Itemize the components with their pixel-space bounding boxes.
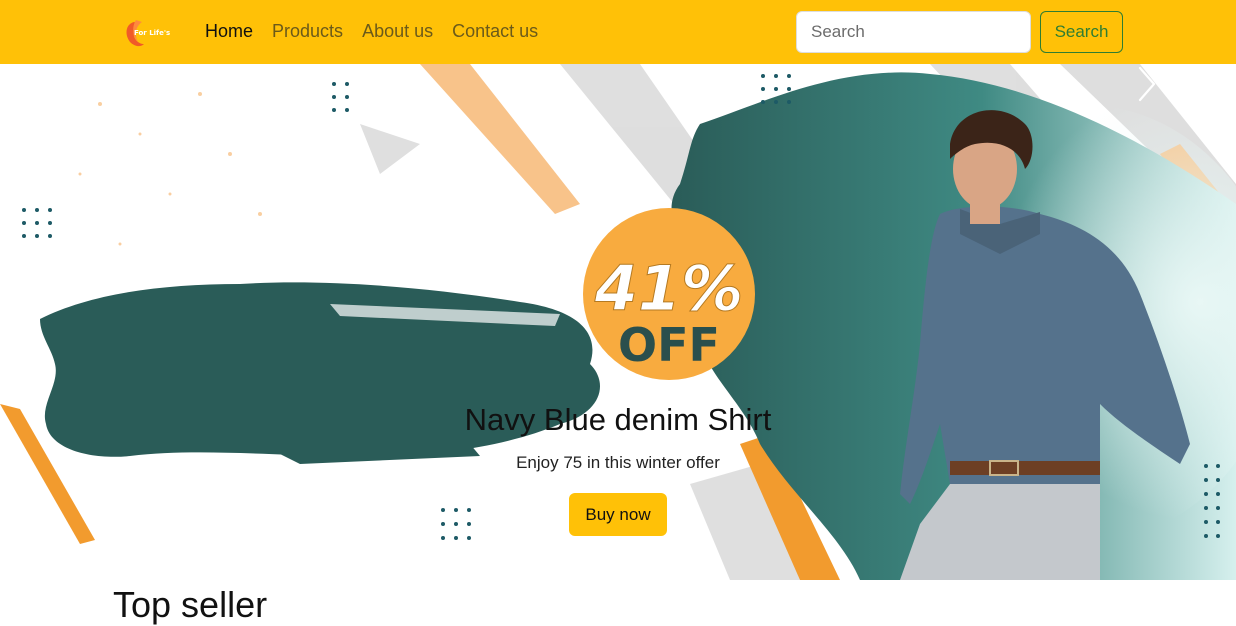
carousel-prev-icon[interactable] bbox=[75, 64, 105, 104]
nav-link-about[interactable]: About us bbox=[362, 21, 433, 42]
badge-percent: 41% bbox=[594, 252, 743, 325]
search-button[interactable]: Search bbox=[1040, 11, 1123, 53]
buy-now-button[interactable]: Buy now bbox=[569, 493, 667, 536]
nav-link-home[interactable]: Home bbox=[205, 21, 253, 42]
hero-carousel: 41% OFF Navy Blue denim Shirt Enjoy 75 i… bbox=[0, 64, 1236, 580]
top-seller-heading: Top seller bbox=[113, 584, 268, 625]
nav-link-products[interactable]: Products bbox=[272, 21, 343, 42]
brand-text: For Life's bbox=[134, 29, 171, 37]
search-input[interactable] bbox=[796, 11, 1031, 53]
nav-link-contact[interactable]: Contact us bbox=[452, 21, 538, 42]
nav-links: Home Products About us Contact us bbox=[205, 21, 557, 42]
carousel-next-icon[interactable] bbox=[1132, 64, 1162, 104]
badge-off: OFF bbox=[618, 318, 720, 372]
navbar: For Life's Home Products About us Contac… bbox=[0, 0, 1236, 64]
